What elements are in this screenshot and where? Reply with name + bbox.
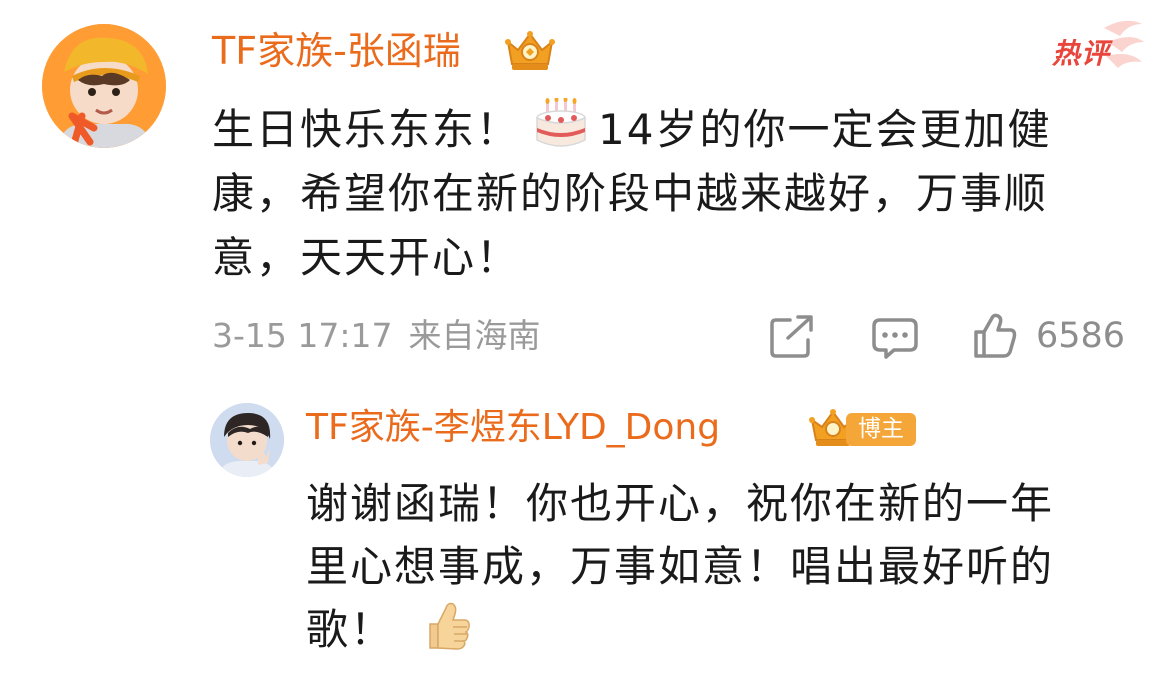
like-button[interactable]: 6586	[972, 312, 1132, 360]
reply-line-text: 歌！	[306, 605, 395, 654]
comment-line-text: 生日快乐东东！	[212, 105, 521, 154]
hot-comment-tag: 热评	[1046, 14, 1146, 78]
cake-icon	[534, 97, 588, 150]
main-comment-text: 生日快乐东东！ 14岁的你一定会更加健 康，希望你在新的阶段中越来越好，万事顺 …	[212, 97, 1132, 290]
thumbs-up-icon	[420, 600, 472, 652]
crown-badge-icon	[502, 28, 558, 74]
main-author-name[interactable]: TF家族-张函瑞	[212, 26, 461, 76]
avatar-reply[interactable]	[210, 403, 284, 477]
comment-icon	[872, 318, 918, 359]
reply-comment-text: 谢谢函瑞！你也开心，祝你在新的一年 里心想事成，万事如意！唱出最好听的 歌！	[306, 472, 1146, 661]
avatar-main[interactable]	[42, 24, 166, 148]
comment-meta: 3-15 17:17 来自海南	[212, 314, 541, 358]
comment-line: 康，希望你在新的阶段中越来越好，万事顺	[212, 169, 1049, 218]
comment-location: 来自海南	[408, 316, 541, 355]
comment-date: 3-15 17:17	[212, 316, 393, 355]
comment-line: 生日快乐东东！ 14岁的你一定会更加健	[212, 97, 1132, 162]
comment-line-text: 14岁的你一定会更加健	[598, 105, 1052, 154]
reply-author-name[interactable]: TF家族-李煜东LYD_Dong	[306, 404, 720, 452]
like-count: 6586	[1036, 316, 1126, 356]
hot-tag-label: 热评	[1052, 37, 1111, 70]
comment-button[interactable]	[872, 312, 918, 360]
reply-line: 歌！	[306, 598, 1146, 661]
comment-line: 意，天天开心！	[212, 233, 521, 282]
reply-line: 谢谢函瑞！你也开心，祝你在新的一年	[306, 479, 1055, 528]
share-button[interactable]	[770, 312, 814, 360]
reply-line: 里心想事成，万事如意！唱出最好听的	[306, 542, 1055, 591]
thumbs-up-outline-icon	[974, 313, 1017, 358]
blogger-badge: 博主	[846, 413, 916, 446]
share-icon	[770, 315, 813, 358]
